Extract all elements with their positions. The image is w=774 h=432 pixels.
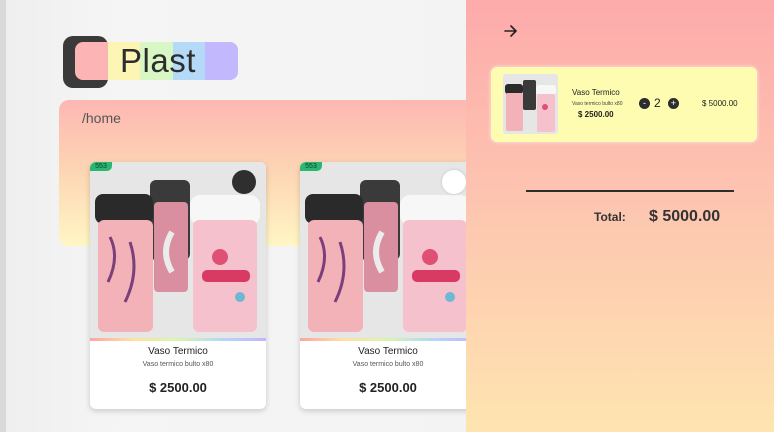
- logo-swatch-1: [75, 42, 108, 80]
- product-tag: 553: [300, 162, 322, 171]
- cart-divider: [526, 190, 734, 192]
- product-image: 553: [90, 162, 266, 339]
- cart-item-thumbnail: [503, 74, 558, 134]
- card-rainbow-stripe: [300, 338, 476, 341]
- cart-item-name: Vaso Termico: [572, 88, 620, 97]
- favorite-toggle[interactable]: [442, 170, 466, 194]
- product-price: $ 2500.00: [149, 380, 207, 395]
- brand-logo[interactable]: Plast: [63, 36, 243, 88]
- total-value: $ 5000.00: [649, 208, 721, 225]
- arrow-right-icon[interactable]: [504, 24, 524, 44]
- product-name: Vaso Termico: [358, 346, 418, 357]
- cart-item: Vaso Termico Vaso termico bulto x80 $ 25…: [491, 67, 757, 142]
- cart-panel: Vaso Termico Vaso termico bulto x80 $ 25…: [466, 0, 774, 432]
- product-card[interactable]: 553 Vaso Termico Vaso termico bulto x80 …: [300, 162, 476, 409]
- brand-name: Plast: [120, 42, 196, 79]
- product-card[interactable]: 553 Vaso Termico Vaso termico bulto x80 …: [90, 162, 266, 409]
- product-description: Vaso termico bulto x80: [142, 361, 214, 368]
- card-rainbow-stripe: [90, 338, 266, 341]
- favorite-toggle[interactable]: [232, 170, 256, 194]
- product-price: $ 2500.00: [359, 380, 417, 395]
- quantity-value: 2: [654, 96, 661, 110]
- product-name: Vaso Termico: [148, 346, 208, 357]
- total-label: Total:: [594, 210, 626, 224]
- cart-item-line-total: $ 5000.00: [702, 99, 738, 108]
- product-tag: 553: [90, 162, 112, 171]
- decrease-quantity-button[interactable]: -: [639, 98, 650, 109]
- product-image: 553: [300, 162, 476, 339]
- cart-item-description: Vaso termico bulto x80: [572, 101, 623, 107]
- cart-item-price: $ 2500.00: [578, 110, 614, 119]
- breadcrumb[interactable]: /home: [82, 110, 121, 126]
- page-edge: [0, 0, 6, 432]
- increase-quantity-button[interactable]: +: [668, 98, 679, 109]
- product-description: Vaso termico bulto x80: [352, 361, 424, 368]
- logo-swatch-5: [205, 42, 238, 80]
